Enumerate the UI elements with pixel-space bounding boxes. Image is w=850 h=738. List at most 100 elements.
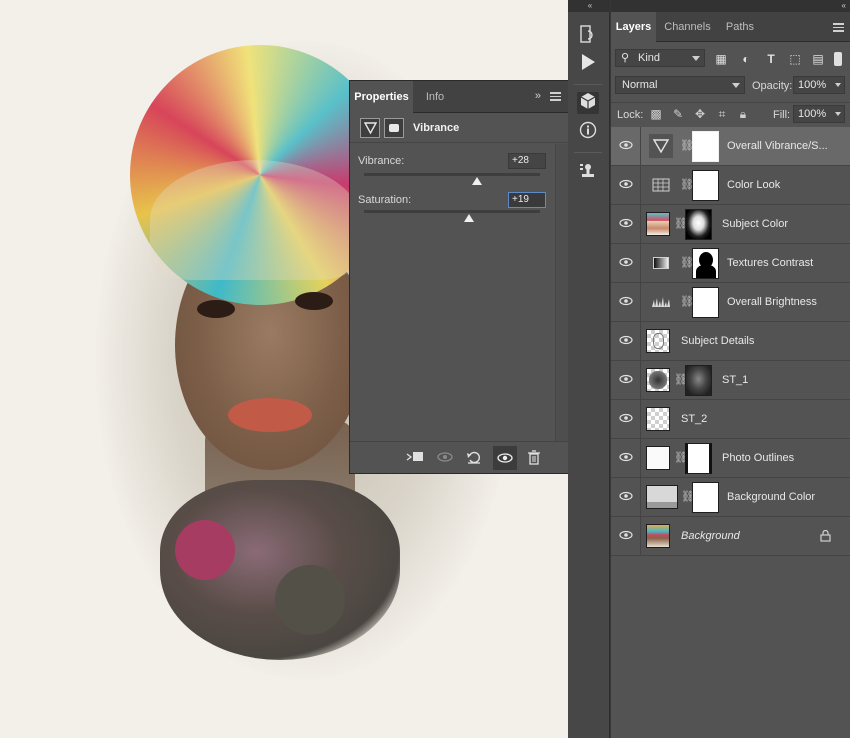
eye-icon [619, 530, 633, 540]
layer-visibility-toggle[interactable] [611, 478, 641, 516]
layer-row[interactable]: ⛓︎ Background Color [611, 478, 850, 517]
photoshop-workspace: Properties Info » Vibrance Vibrance: +28… [0, 0, 850, 738]
clip-to-layer-icon[interactable] [406, 450, 424, 466]
tab-properties[interactable]: Properties [350, 81, 413, 113]
image-filter-icon[interactable]: ▦ [714, 52, 728, 66]
layer-mask-thumbnail[interactable] [692, 131, 719, 162]
saturation-slider-track[interactable] [364, 210, 540, 213]
layer-mask-thumbnail[interactable] [692, 287, 719, 318]
lock-transparent-icon[interactable]: ▩ [649, 107, 663, 121]
clone-source-icon[interactable] [577, 162, 599, 184]
vibrance-input[interactable]: +28 [508, 153, 546, 169]
link-icon[interactable]: ⛓︎ [680, 139, 694, 153]
chevron-down-icon [835, 83, 841, 87]
layer-name: Photo Outlines [722, 452, 795, 464]
toolstrip-collapse-icon[interactable]: « [568, 0, 610, 12]
link-icon[interactable]: ⛓︎ [674, 373, 688, 387]
link-icon[interactable]: ⛓︎ [674, 217, 688, 231]
visibility-icon[interactable] [493, 446, 517, 470]
eye-icon [619, 140, 633, 150]
layer-row[interactable]: ⛓︎ Photo Outlines [611, 439, 850, 478]
3d-cube-icon[interactable] [577, 92, 599, 114]
layer-visibility-toggle[interactable] [611, 400, 641, 438]
layer-mask-thumbnail[interactable] [685, 209, 712, 240]
link-icon[interactable]: ⛓︎ [674, 451, 688, 465]
properties-footer [350, 441, 569, 473]
filter-kind-dropdown[interactable]: ⚲ Kind [615, 49, 705, 67]
layer-visibility-toggle[interactable] [611, 439, 641, 477]
info-icon[interactable] [577, 121, 599, 143]
lock-all-icon[interactable]: 🔒︎ [736, 107, 750, 121]
layer-mask-icon[interactable] [384, 118, 404, 138]
fill-label: Fill: [773, 109, 791, 121]
lock-artboard-icon[interactable]: ⌗ [715, 107, 729, 121]
link-icon[interactable]: ⛓︎ [680, 295, 694, 309]
necklace-bead [175, 520, 235, 580]
vibrance-slider-thumb[interactable] [471, 177, 482, 185]
tab-channels[interactable]: Channels [660, 12, 715, 42]
type-filter-icon[interactable]: T [764, 52, 778, 66]
layers-collapse-icon[interactable]: « [611, 0, 850, 12]
layer-visibility-toggle[interactable] [611, 244, 641, 282]
portrait-left-eye [197, 300, 235, 318]
layer-row[interactable]: ST_2 [611, 400, 850, 439]
reset-icon[interactable] [465, 450, 483, 466]
vibrance-slider-track[interactable] [364, 173, 540, 176]
opacity-input[interactable]: 100% [793, 76, 845, 94]
layer-name: Background Color [727, 491, 816, 503]
layer-row[interactable]: ⛓︎ Overall Vibrance/S... [611, 127, 850, 166]
tab-info[interactable]: Info [417, 81, 453, 113]
actions-play-icon[interactable] [577, 53, 599, 75]
layer-visibility-toggle[interactable] [611, 166, 641, 204]
layer-mask-thumbnail[interactable] [685, 365, 712, 396]
layer-mask-thumbnail[interactable] [685, 443, 712, 474]
view-previous-state-icon[interactable] [436, 450, 454, 466]
adjustment-filter-icon[interactable]: ◐ [739, 52, 753, 66]
lock-image-icon[interactable]: ✎ [671, 107, 685, 121]
chevron-down-icon [732, 83, 740, 88]
properties-scrollbar[interactable] [555, 144, 569, 442]
lock-position-icon[interactable]: ✥ [693, 107, 707, 121]
fill-input[interactable]: 100% [793, 105, 845, 123]
layer-row[interactable]: ⛓︎ Overall Brightness [611, 283, 850, 322]
layer-visibility-toggle[interactable] [611, 361, 641, 399]
tab-layers[interactable]: Layers [611, 12, 656, 42]
smart-object-filter-icon[interactable]: ▤ [811, 52, 825, 66]
delete-icon[interactable] [525, 450, 543, 466]
layer-mask-thumbnail[interactable] [692, 482, 719, 513]
blend-mode-dropdown[interactable]: Normal [615, 76, 745, 94]
history-icon[interactable] [577, 24, 599, 46]
link-icon[interactable]: ⛓︎ [680, 178, 694, 192]
layer-row[interactable]: ⛓︎ Subject Color [611, 205, 850, 244]
layer-thumbnail [646, 212, 670, 236]
layer-mask-thumbnail[interactable] [692, 170, 719, 201]
layer-visibility-toggle[interactable] [611, 517, 641, 555]
layer-mask-thumbnail[interactable] [692, 248, 719, 279]
layer-name: Textures Contrast [727, 257, 814, 269]
panel-menu-icon[interactable] [550, 92, 561, 101]
layer-visibility-toggle[interactable] [611, 283, 641, 321]
layer-row[interactable]: Subject Details [611, 322, 850, 361]
panel-menu-icon[interactable] [833, 23, 844, 32]
shape-filter-icon[interactable]: ⬚ [788, 52, 802, 66]
saturation-slider-thumb[interactable] [463, 214, 474, 222]
layer-row[interactable]: Background [611, 517, 850, 556]
collapse-panel-icon[interactable]: » [535, 90, 541, 102]
layer-thumbnail [646, 407, 670, 431]
layer-visibility-toggle[interactable] [611, 127, 641, 165]
saturation-input[interactable]: +19 [508, 192, 546, 208]
filter-toggle-switch[interactable] [834, 52, 842, 66]
properties-tab-bar: Properties Info » [350, 81, 569, 113]
layer-row[interactable]: ⛓︎ Textures Contrast [611, 244, 850, 283]
tab-paths[interactable]: Paths [719, 12, 761, 42]
levels-icon [649, 290, 673, 314]
blend-row: Normal Opacity: 100% [611, 76, 850, 102]
link-icon[interactable]: ⛓︎ [681, 490, 695, 504]
layer-name: Background [681, 530, 740, 542]
layer-visibility-toggle[interactable] [611, 322, 641, 360]
layer-row[interactable]: ⛓︎ ST_1 [611, 361, 850, 400]
link-icon[interactable]: ⛓︎ [680, 256, 694, 270]
layer-visibility-toggle[interactable] [611, 205, 641, 243]
layer-row[interactable]: ⛓︎ Color Look [611, 166, 850, 205]
eye-icon [619, 335, 633, 345]
